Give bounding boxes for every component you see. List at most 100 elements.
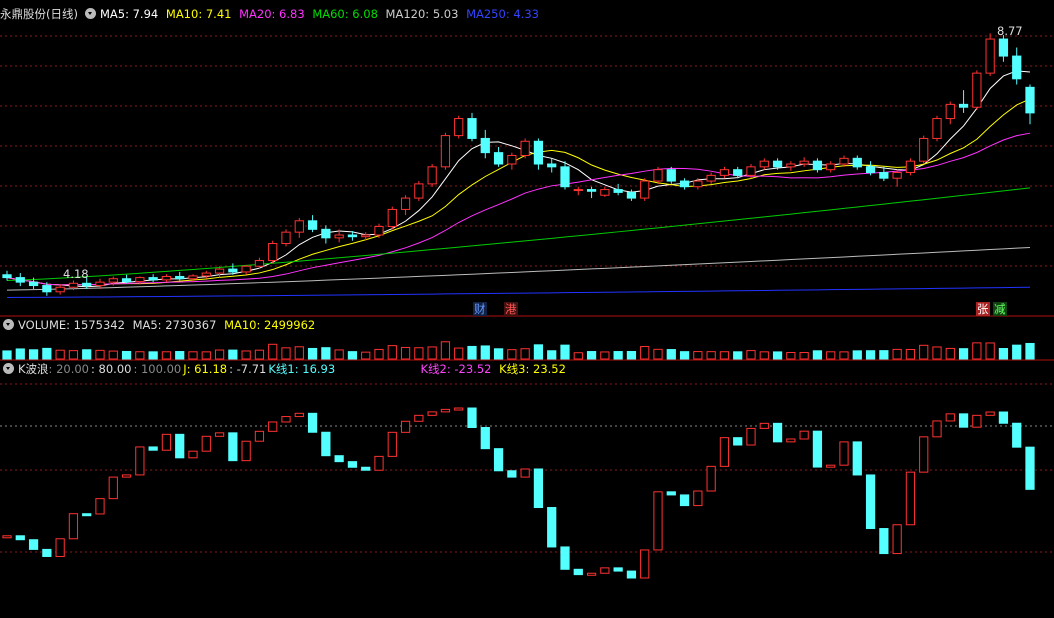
indicator-bar: [706, 465, 716, 492]
event-marker-hk[interactable]: 港: [504, 302, 518, 316]
candle-body: [626, 191, 637, 199]
candle-body: [427, 166, 437, 185]
candle-body: [839, 157, 849, 165]
indicator-param-2: : 80.00: [91, 362, 132, 376]
volume-bar: [15, 348, 25, 360]
candle-body: [613, 189, 623, 193]
indicator-bar: [15, 535, 25, 541]
indicator-bar: [68, 513, 79, 540]
indicator-bar: [82, 513, 92, 517]
ma20-line: [6, 132, 1031, 286]
volume-bar: [905, 348, 916, 360]
event-marker-finance[interactable]: 财: [473, 302, 487, 316]
indicator-bar: [1025, 446, 1035, 490]
volume-bar: [95, 349, 105, 360]
volume-bar: [228, 349, 238, 360]
volume-bar: [480, 345, 490, 360]
volume-bar: [55, 349, 65, 360]
candle-body: [374, 225, 384, 236]
volume-bar: [493, 348, 504, 360]
volume-bar: [2, 350, 12, 360]
candle-body: [400, 197, 411, 210]
indicator-bar: [55, 538, 65, 557]
indicator-bar: [560, 546, 570, 570]
candle-body: [826, 163, 836, 171]
indicator-bar: [161, 433, 172, 451]
candle-body: [387, 208, 397, 227]
candle-body: [467, 118, 477, 139]
indicator-bar: [307, 412, 318, 433]
candle-body: [852, 157, 862, 168]
volume-bar: [307, 347, 318, 360]
volume-bar: [68, 350, 79, 360]
indicator-bar: [719, 437, 730, 467]
volume-bar: [188, 351, 198, 360]
indicator-bar: [440, 408, 451, 413]
candle-body: [68, 282, 79, 288]
candle-body: [347, 234, 358, 238]
indicator-bar: [892, 524, 902, 555]
volume-bar: [640, 346, 650, 360]
volume-bar: [892, 348, 902, 360]
candle-body: [573, 189, 583, 192]
event-marker-increase[interactable]: 张: [976, 302, 990, 316]
collapse-icon[interactable]: [3, 363, 14, 374]
indicator-bar: [294, 412, 304, 418]
ma60-label: MA60: 6.08: [312, 7, 378, 21]
period-label: (日线): [46, 7, 78, 21]
indicator-bar: [493, 448, 504, 472]
volume-bar: [268, 343, 278, 360]
collapse-icon[interactable]: [3, 319, 14, 330]
price-legend: 永鼎股份(日线) MA5: 7.94 MA10: 7.41 MA20: 6.83 …: [0, 6, 543, 22]
indicator-param-1: : 20.00: [48, 362, 89, 376]
volume-bar: [121, 350, 132, 360]
volume-bar: [812, 350, 823, 360]
candle-body: [560, 166, 570, 188]
high-price-label: 8.77: [997, 24, 1023, 38]
indicator-bar: [640, 549, 650, 579]
indicator-bar: [905, 471, 916, 526]
candle-body: [945, 103, 955, 120]
collapse-icon[interactable]: [84, 8, 96, 19]
candle-body: [454, 118, 464, 137]
candle-body: [268, 243, 278, 262]
indicator-j2: : -7.71: [229, 362, 267, 376]
indicator-bar: [586, 572, 597, 576]
candle-body: [972, 72, 982, 108]
candle-body: [746, 166, 756, 176]
ma250-label: MA250: 4.33: [466, 7, 539, 21]
indicator-bar: [241, 440, 251, 462]
volume-bar: [958, 348, 969, 360]
candle-body: [759, 160, 769, 168]
volume-bar: [1025, 342, 1035, 360]
indicator-bar: [626, 570, 637, 579]
volume-bar: [175, 351, 185, 360]
indicator-bar: [507, 470, 517, 478]
volume-bar: [826, 351, 836, 360]
indicator-bar: [919, 436, 929, 473]
candle-body: [121, 278, 132, 283]
volume-bar: [706, 351, 716, 360]
candle-body: [586, 189, 597, 192]
candle-body: [361, 234, 371, 238]
indicator-bar: [1012, 422, 1022, 448]
volume-bar: [626, 351, 637, 360]
indicator-bar: [387, 431, 397, 457]
indicator-bar: [121, 474, 132, 478]
volume-bar: [985, 342, 995, 360]
candle-body: [95, 281, 105, 287]
candle-body: [241, 265, 251, 273]
indicator-bar: [135, 446, 145, 476]
indicator-bar: [613, 567, 623, 572]
indicator-k1: K线1: 16.93: [268, 362, 336, 376]
volume-bar: [945, 347, 955, 360]
candle-body: [507, 154, 517, 165]
candle-body: [772, 160, 783, 168]
candle-body: [55, 286, 65, 293]
candle-body: [42, 285, 52, 293]
volume-bar: [254, 349, 265, 360]
candle-body: [600, 189, 610, 196]
volume-bar: [374, 348, 384, 360]
candle-body: [108, 278, 118, 283]
event-marker-decrease[interactable]: 减: [993, 302, 1007, 316]
